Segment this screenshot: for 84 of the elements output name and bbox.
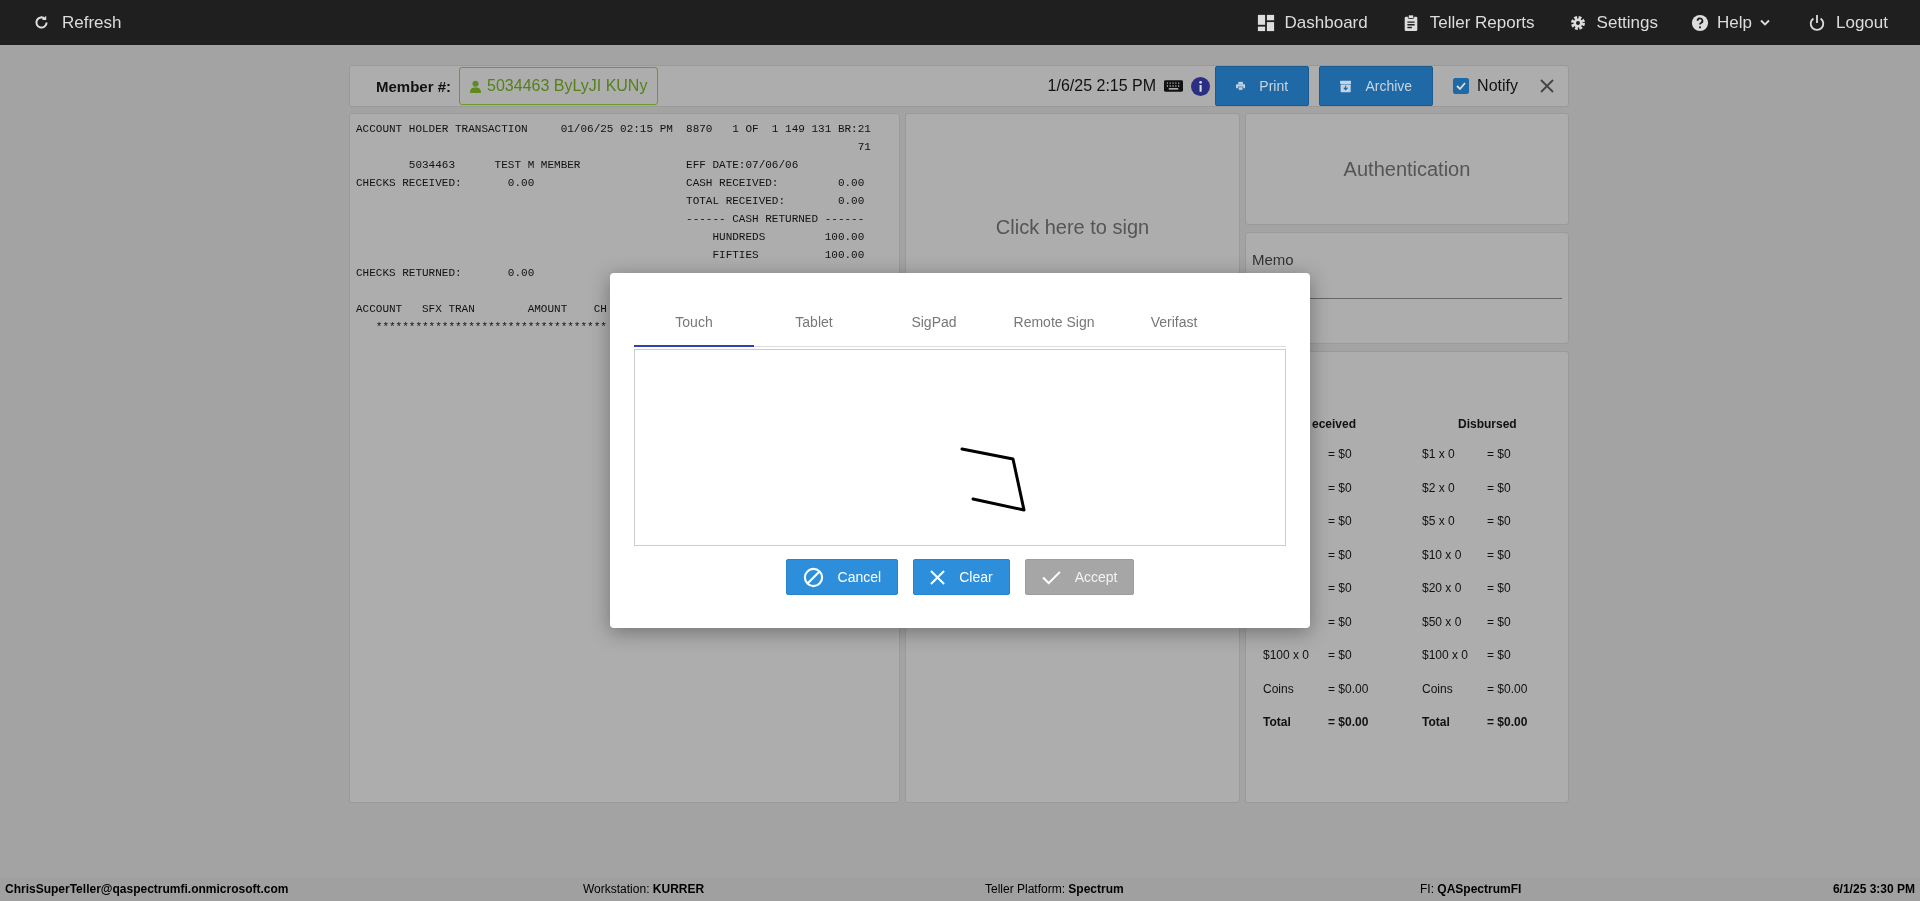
receipt-line: 71 bbox=[856, 140, 871, 155]
denomination-label: $5 x 0 bbox=[1422, 514, 1456, 530]
signature-tab[interactable]: Touch bbox=[634, 299, 754, 347]
info-icon[interactable] bbox=[1191, 76, 1211, 96]
archive-button[interactable]: Archive bbox=[1319, 66, 1434, 106]
receipt-line: CHECKS RECEIVED: 0.00 CASH RECEIVED: 0.00 bbox=[356, 176, 865, 191]
refresh-icon bbox=[33, 14, 50, 31]
denomination-label: $100 x 0 bbox=[1422, 648, 1470, 664]
receipt-line: ACCOUNT HOLDER TRANSACTION 01/06/25 02:15 PM 8870 1 OF 1 149 131 BR:21 bbox=[356, 122, 871, 137]
signature-tab[interactable]: SigPad bbox=[874, 299, 994, 347]
workstation-info: Workstation: KURRER bbox=[583, 882, 706, 896]
receipt-line: CHECKS RETURNED: 0.00 bbox=[356, 266, 535, 281]
signature-tab[interactable]: Tablet bbox=[754, 299, 874, 347]
denomination-amount: = $0 bbox=[1328, 480, 1353, 497]
signature-tab[interactable]: Verifast bbox=[1114, 299, 1234, 347]
denomination-amount: = $0 bbox=[1487, 514, 1512, 530]
denomination-amount: = $0 bbox=[1328, 447, 1353, 463]
help-icon bbox=[1691, 13, 1710, 32]
denomination-label: Coins bbox=[1422, 681, 1454, 698]
denomination-label: $1 x 0 bbox=[1422, 447, 1456, 463]
user-email: ChrisSuperTeller@qaspectrumfi.onmicrosoft.com bbox=[5, 882, 290, 896]
denomination-label: Coins bbox=[1263, 681, 1294, 696]
sign-prompt: Click here to sign bbox=[995, 216, 1150, 239]
denomination-label: $20 x 0 bbox=[1422, 581, 1463, 597]
memo-label: Memo bbox=[1252, 251, 1295, 268]
denomination-label: $100 x 0 bbox=[1263, 648, 1310, 662]
nav-link[interactable]: Teller Reports bbox=[1401, 12, 1535, 33]
member-label: Member #: bbox=[376, 77, 452, 95]
signature-stroke bbox=[960, 447, 1026, 512]
clear-button[interactable]: Clear bbox=[913, 559, 1010, 595]
receipt-line: *********************************** bbox=[374, 320, 607, 335]
denomination-amount: = $0 bbox=[1328, 648, 1353, 664]
receipt-line: 5034463 TEST M MEMBER EFF DATE:07/06/06 bbox=[407, 158, 799, 173]
denomination-label: $2 x 0 bbox=[1422, 480, 1456, 497]
denomination-amount: = $0.00 bbox=[1487, 681, 1529, 698]
fi-info: FI: QASpectrumFI bbox=[1420, 882, 1523, 896]
power-icon bbox=[1808, 13, 1826, 32]
authentication-title: Authentication bbox=[1343, 157, 1471, 181]
denomination-label: $50 x 0 bbox=[1422, 614, 1463, 631]
cancel-button[interactable]: Cancel bbox=[785, 559, 899, 595]
keyboard-icon[interactable] bbox=[1164, 80, 1184, 92]
platform-info: Teller Platform: Spectrum bbox=[985, 882, 1125, 896]
close-icon bbox=[930, 569, 946, 585]
denomination-amount: = $0 bbox=[1328, 581, 1353, 597]
denomination-label: $10 x 0 bbox=[1422, 547, 1463, 564]
denomination-amount: = $0 bbox=[1487, 447, 1512, 463]
denomination-label: Total bbox=[1422, 715, 1451, 731]
status-datetime: 6/1/25 3:30 PM bbox=[1832, 882, 1915, 896]
receipt-line: TOTAL RECEIVED: 0.00 bbox=[685, 194, 865, 209]
column-header: Disbursed bbox=[1457, 417, 1518, 433]
transaction-datetime: 1/6/25 2:15 PM bbox=[1047, 77, 1157, 95]
chevron-down-icon bbox=[1760, 19, 1770, 26]
nav-link[interactable]: Dashboard bbox=[1256, 12, 1368, 33]
nav-link[interactable]: Logout bbox=[1808, 12, 1888, 33]
receipt-line: HUNDREDS 100.00 bbox=[711, 230, 865, 245]
print-button[interactable]: Print bbox=[1215, 66, 1310, 106]
denomination-amount: = $0 bbox=[1487, 581, 1512, 597]
receipt-line: ACCOUNT SFX TRAN AMOUNT CH bbox=[356, 302, 607, 317]
receipt-line: FIFTIES 100.00 bbox=[711, 248, 865, 263]
denomination-amount: = $0.00 bbox=[1487, 715, 1529, 731]
column-header: eceived bbox=[1311, 417, 1358, 433]
checkmark-icon bbox=[1041, 569, 1061, 585]
nav-link[interactable]: Settings bbox=[1568, 12, 1659, 33]
person-icon bbox=[470, 79, 482, 93]
help-menu[interactable]: Help bbox=[1691, 12, 1770, 33]
refresh-button[interactable]: Refresh bbox=[33, 12, 122, 33]
denomination-amount: = $0.00 bbox=[1328, 715, 1370, 731]
denomination-amount: = $0 bbox=[1328, 514, 1353, 530]
denomination-amount: = $0.00 bbox=[1328, 681, 1370, 698]
denomination-amount: = $0 bbox=[1487, 614, 1512, 631]
denomination-amount: = $0 bbox=[1487, 648, 1512, 664]
denomination-amount: = $0 bbox=[1328, 614, 1353, 631]
cancel-icon bbox=[802, 566, 824, 588]
close-icon[interactable] bbox=[1540, 79, 1554, 93]
settings-icon bbox=[1568, 13, 1587, 32]
receipt-line: ------ CASH RETURNED ------ bbox=[685, 212, 865, 227]
denomination-amount: = $0 bbox=[1487, 480, 1512, 497]
denomination-label: Total bbox=[1263, 715, 1291, 729]
dashboard-icon bbox=[1256, 13, 1275, 32]
denomination-amount: = $0 bbox=[1328, 547, 1353, 564]
checkbox[interactable] bbox=[1453, 78, 1470, 94]
denomination-amount: = $0 bbox=[1487, 547, 1512, 564]
signature-tab[interactable]: Remote Sign bbox=[994, 299, 1114, 347]
notify-checkbox[interactable]: Notify bbox=[1453, 77, 1518, 95]
